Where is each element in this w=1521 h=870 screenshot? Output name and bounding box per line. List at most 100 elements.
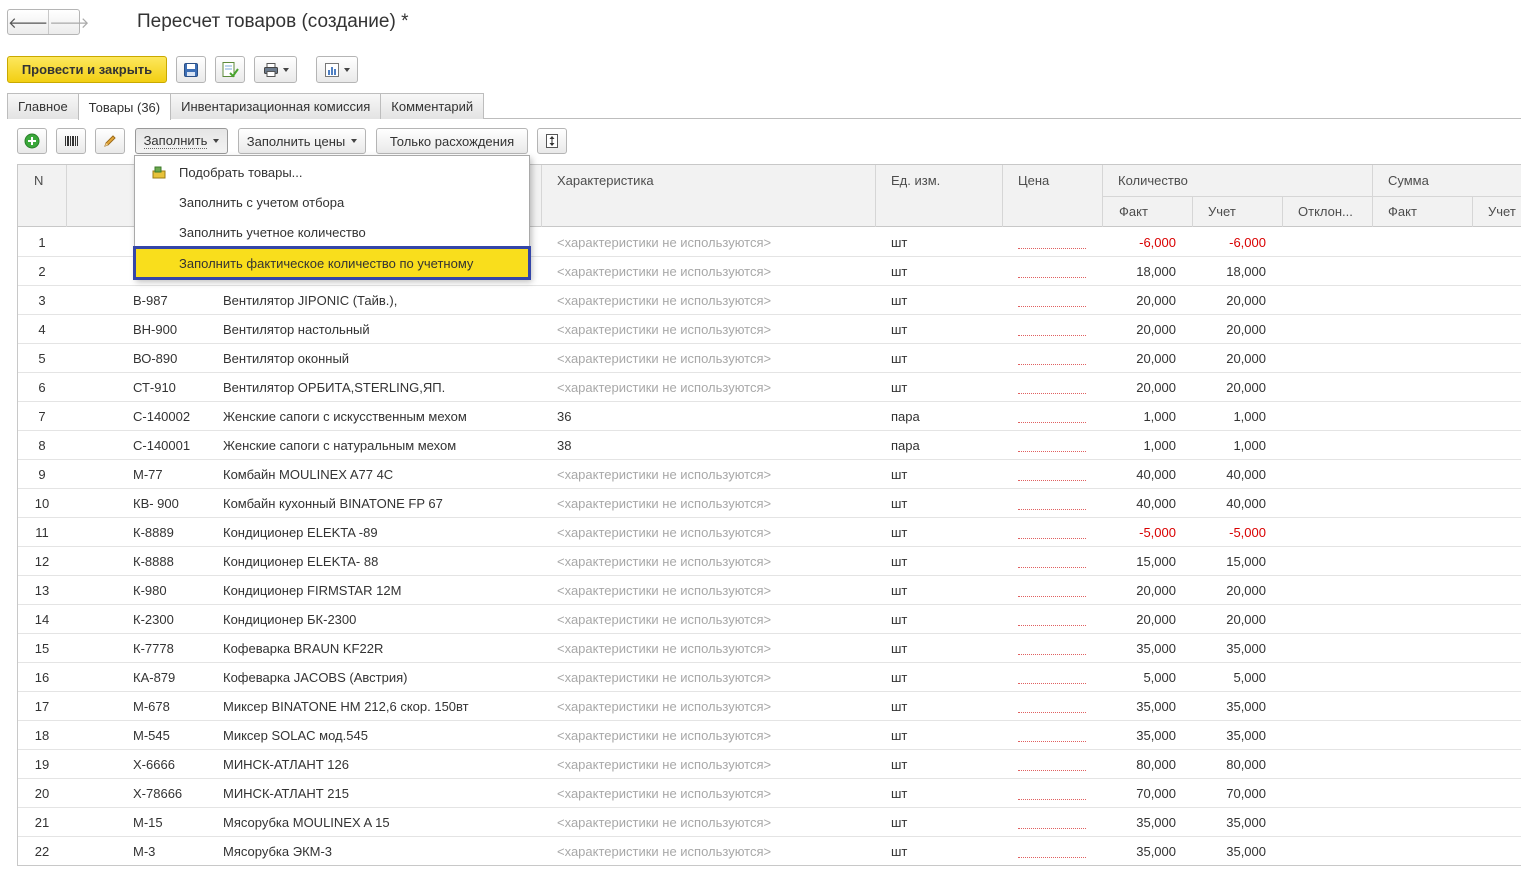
price-input-placeholder[interactable] <box>1018 538 1086 539</box>
table-row[interactable]: 8 С-140001 Женские сапоги с натуральным ме… <box>18 431 1521 460</box>
menu-item-fill-with-filter[interactable]: Заполнить с учетом отбора <box>135 187 529 217</box>
cell-qty-account: 20,000 <box>1226 583 1266 598</box>
post-and-close-button[interactable]: Провести и закрыть <box>7 56 167 83</box>
cell-characteristic: <характеристики не используются> <box>557 293 772 308</box>
cell-qty-fact: 35,000 <box>1136 728 1176 743</box>
cell-n: 5 <box>38 351 46 366</box>
cell-qty-fact: 1,000 <box>1143 438 1176 453</box>
cell-qty-account: 18,000 <box>1226 264 1266 279</box>
cell-characteristic: <характеристики не используются> <box>557 699 772 714</box>
col-qty-deviation: Отклон... <box>1298 204 1353 219</box>
table-row[interactable]: 10 КВ- 900 Комбайн кухонный BINATONE FP 67… <box>18 489 1521 518</box>
add-row-button[interactable] <box>17 128 47 154</box>
print-button[interactable] <box>254 56 297 83</box>
menu-item-fill-account-qty[interactable]: Заполнить учетное количество <box>135 217 529 247</box>
save-button[interactable] <box>176 56 206 83</box>
cell-unit: шт <box>891 293 908 308</box>
cell-characteristic: <характеристики не используются> <box>557 467 772 482</box>
edit-button[interactable] <box>95 128 125 154</box>
table-row[interactable]: 6 СТ-910 Вентилятор ОРБИТА,STERLING,ЯП. <ха… <box>18 373 1521 402</box>
table-row[interactable]: 5 ВО-890 Вентилятор оконный <характеристики… <box>18 344 1521 373</box>
fill-prices-button[interactable]: Заполнить цены <box>238 128 366 154</box>
table-row[interactable]: 7 С-140002 Женские сапоги с искусственным … <box>18 402 1521 431</box>
table-row[interactable]: 11 К-8889 Кондиционер ELEKTA -89 <характери… <box>18 518 1521 547</box>
table-row[interactable]: 22 М-3 Мясорубка ЭКМ-3 <характеристики не и… <box>18 837 1521 865</box>
tab-comment[interactable]: Комментарий <box>380 93 485 119</box>
table-row[interactable]: 20 Х-78666 МИНСК-АТЛАНТ 215 <характеристики… <box>18 779 1521 808</box>
cell-article: М-15 <box>133 815 163 830</box>
price-input-placeholder[interactable] <box>1018 683 1086 684</box>
table-row[interactable]: 17 М-678 Миксер BINATONE HM 212,6 скор. 15… <box>18 692 1521 721</box>
cell-article: К-7778 <box>133 641 174 656</box>
price-input-placeholder[interactable] <box>1018 857 1086 858</box>
menu-item-pick-goods[interactable]: Подобрать товары... <box>135 157 529 187</box>
cell-characteristic: <характеристики не используются> <box>557 380 772 395</box>
cell-article: К-980 <box>133 583 167 598</box>
reports-button[interactable] <box>316 56 358 83</box>
cell-qty-fact: 15,000 <box>1136 554 1176 569</box>
price-input-placeholder[interactable] <box>1018 625 1086 626</box>
tab-commission[interactable]: Инвентаризационная комиссия <box>170 93 382 119</box>
cell-unit: шт <box>891 728 908 743</box>
table-row[interactable]: 14 К-2300 Кондиционер БК-2300 <характеристи… <box>18 605 1521 634</box>
table-row[interactable]: 16 КА-879 Кофеварка JACOBS (Австрия) <харак… <box>18 663 1521 692</box>
arrow-left-icon[interactable]: 🡐 <box>8 10 48 34</box>
cell-characteristic: 38 <box>557 438 572 453</box>
menu-item-label: Заполнить фактическое количество по учет… <box>179 255 474 271</box>
cell-unit: шт <box>891 583 908 598</box>
table-row[interactable]: 18 М-545 Миксер SOLAC мод.545 <характеристи… <box>18 721 1521 750</box>
only-differences-button[interactable]: Только расхождения <box>376 128 528 154</box>
price-input-placeholder[interactable] <box>1018 799 1086 800</box>
price-input-placeholder[interactable] <box>1018 480 1086 481</box>
price-input-placeholder[interactable] <box>1018 654 1086 655</box>
price-input-placeholder[interactable] <box>1018 596 1086 597</box>
price-input-placeholder[interactable] <box>1018 335 1086 336</box>
cell-unit: шт <box>891 264 908 279</box>
table-row[interactable]: 12 К-8888 Кондиционер ELEKTA- 88 <характери… <box>18 547 1521 576</box>
table-row[interactable]: 15 К-7778 Кофеварка BRAUN KF22R <характерис… <box>18 634 1521 663</box>
table-row[interactable]: 13 К-980 Кондиционер FIRMSTAR 12M <характер… <box>18 576 1521 605</box>
printer-icon <box>263 62 278 77</box>
cell-n: 14 <box>34 612 50 627</box>
barcode-button[interactable] <box>56 128 86 154</box>
cell-qty-fact: 20,000 <box>1136 380 1176 395</box>
cell-name: Кофеварка BRAUN KF22R <box>223 641 384 656</box>
cell-unit: шт <box>891 322 908 337</box>
header-divider <box>1472 196 1473 227</box>
cell-qty-fact: 35,000 <box>1136 815 1176 830</box>
price-input-placeholder[interactable] <box>1018 770 1086 771</box>
price-input-placeholder[interactable] <box>1018 393 1086 394</box>
table-row[interactable]: 3 В-987 Вентилятор JIPONIC (Тайв.), <характ… <box>18 286 1521 315</box>
price-input-placeholder[interactable] <box>1018 828 1086 829</box>
header-divider <box>1192 196 1193 227</box>
cell-qty-fact: 35,000 <box>1136 844 1176 859</box>
price-input-placeholder[interactable] <box>1018 248 1086 249</box>
cell-characteristic: <характеристики не используются> <box>557 264 772 279</box>
tab-goods[interactable]: Товары (36) <box>77 93 172 120</box>
col-quantity: Количество <box>1118 173 1188 188</box>
arrow-right-icon[interactable]: 🡒 <box>48 10 89 34</box>
cell-article: С-140001 <box>133 438 191 453</box>
cell-characteristic: <характеристики не используются> <box>557 815 772 830</box>
price-input-placeholder[interactable] <box>1018 451 1086 452</box>
post-button[interactable] <box>215 56 245 83</box>
price-input-placeholder[interactable] <box>1018 567 1086 568</box>
menu-item-fill-fact-by-account[interactable]: Заполнить фактическое количество по учет… <box>133 246 531 280</box>
price-input-placeholder[interactable] <box>1018 364 1086 365</box>
tab-main[interactable]: Главное <box>7 93 79 119</box>
price-input-placeholder[interactable] <box>1018 741 1086 742</box>
row-height-button[interactable] <box>537 128 567 154</box>
price-input-placeholder[interactable] <box>1018 306 1086 307</box>
price-input-placeholder[interactable] <box>1018 509 1086 510</box>
cell-qty-fact: 20,000 <box>1136 612 1176 627</box>
table-row[interactable]: 21 М-15 Мясорубка MOULINEX A 15 <характерис… <box>18 808 1521 837</box>
table-row[interactable]: 19 Х-6666 МИНСК-АТЛАНТ 126 <характеристики … <box>18 750 1521 779</box>
price-input-placeholder[interactable] <box>1018 277 1086 278</box>
floppy-disk-icon <box>184 62 198 77</box>
price-input-placeholder[interactable] <box>1018 422 1086 423</box>
table-row[interactable]: 4 ВН-900 Вентилятор настольный <характерист… <box>18 315 1521 344</box>
table-row[interactable]: 9 М-77 Комбайн MOULINEX A77 4C <характерист… <box>18 460 1521 489</box>
header-divider <box>875 165 876 227</box>
fill-button[interactable]: Заполнить <box>135 128 228 154</box>
price-input-placeholder[interactable] <box>1018 712 1086 713</box>
